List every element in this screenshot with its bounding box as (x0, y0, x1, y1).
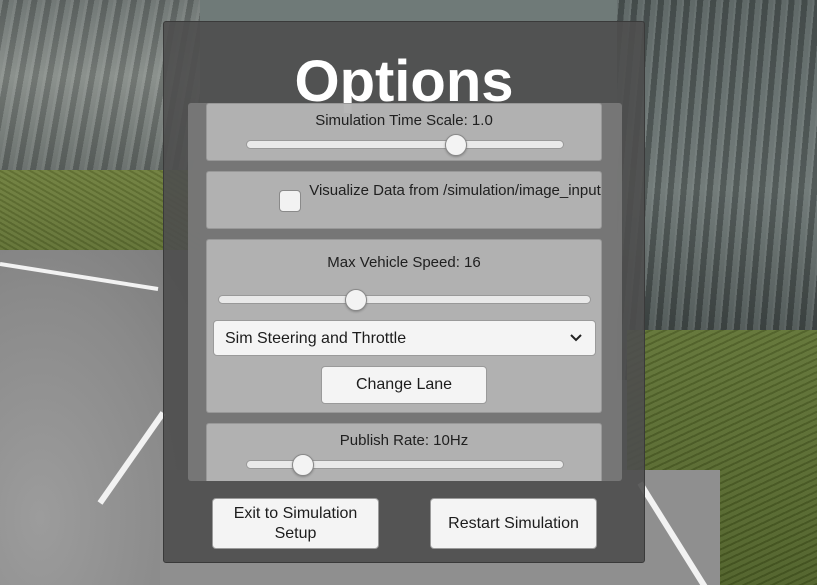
options-scroll-view[interactable]: Simulation Time Scale: 1.0 Visualize Dat… (188, 103, 622, 481)
time-scale-section: Simulation Time Scale: 1.0 (206, 103, 602, 161)
visualize-label: Visualize Data from /simulation/image_in… (309, 182, 601, 199)
max-speed-slider-track[interactable] (218, 295, 591, 304)
visualize-section: Visualize Data from /simulation/image_in… (206, 171, 602, 229)
control-mode-dropdown[interactable]: Sim Steering and Throttle (213, 320, 596, 356)
exit-simulation-button[interactable]: Exit to Simulation Setup (212, 498, 379, 549)
publish-rate-label: Publish Rate: 10Hz (339, 432, 469, 449)
control-mode-selected: Sim Steering and Throttle (225, 330, 407, 347)
time-scale-label: Simulation Time Scale: 1.0 (315, 112, 493, 129)
max-speed-label: Max Vehicle Speed: 16 (327, 254, 481, 271)
publish-rate-slider-handle[interactable] (292, 454, 315, 476)
options-panel: Options Simulation Time Scale: 1.0 Visua… (163, 21, 645, 563)
vehicle-section: Max Vehicle Speed: 16 Sim Steering and T… (206, 239, 602, 413)
max-speed-slider-handle[interactable] (345, 289, 367, 311)
time-scale-slider-track[interactable] (246, 140, 564, 149)
time-scale-slider-handle[interactable] (444, 134, 467, 156)
chevron-down-icon (570, 334, 582, 342)
change-lane-button[interactable]: Change Lane (321, 366, 487, 404)
publish-rate-section: Publish Rate: 10Hz (206, 423, 602, 481)
rock-cliff-right (617, 0, 817, 380)
restart-simulation-button[interactable]: Restart Simulation (430, 498, 597, 549)
visualize-checkbox[interactable] (279, 190, 301, 212)
